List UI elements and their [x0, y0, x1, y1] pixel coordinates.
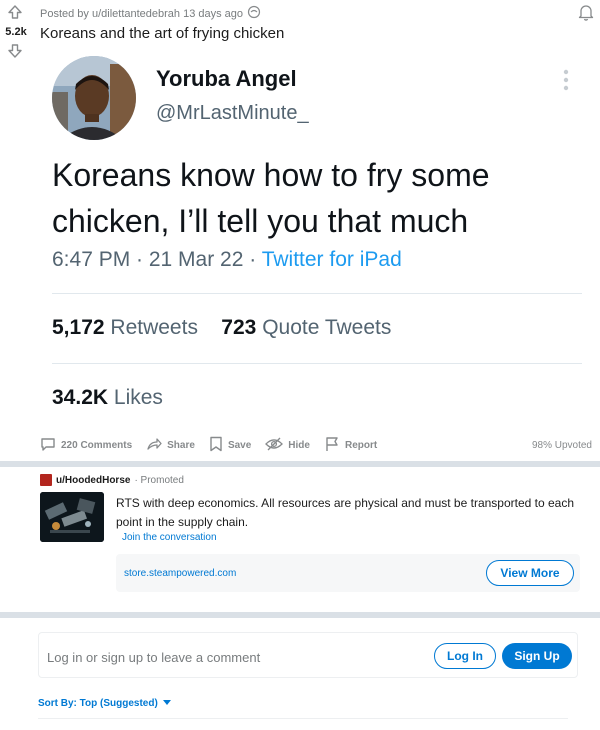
retweets-label: Retweets	[110, 316, 198, 339]
log-in-button[interactable]: Log In	[434, 643, 496, 669]
join-conversation-link[interactable]: Join the conversation	[122, 532, 217, 543]
post-title[interactable]: Koreans and the art of frying chicken	[40, 25, 284, 42]
bookmark-icon	[209, 436, 223, 455]
promoted-url[interactable]: store.steampowered.com	[124, 568, 236, 579]
quotes-count: 723	[221, 316, 257, 339]
caret-down-icon	[162, 698, 172, 709]
promoted-username[interactable]: u/HoodedHorse	[56, 475, 130, 486]
report-button[interactable]: Report	[324, 436, 377, 455]
avatar	[52, 56, 136, 140]
upvote-ratio: 98% Upvoted	[531, 439, 592, 451]
report-label: Report	[344, 439, 378, 451]
comments-label: 220 Comments	[61, 439, 133, 451]
save-label: Save	[227, 439, 252, 451]
bell-icon[interactable]	[578, 3, 594, 26]
promoted-thumbnail[interactable]	[40, 492, 104, 542]
hide-label: Hide	[288, 439, 310, 451]
promoted-user-avatar[interactable]	[40, 474, 52, 486]
tweet-timestamp: 6:47 PM · 21 Mar 22 · Twitter for iPad	[52, 248, 402, 272]
more-options-icon	[562, 68, 570, 97]
tweet-screenshot[interactable]: Yoruba Angel @MrLastMinute_ Koreans know…	[30, 48, 585, 428]
hide-eye-icon	[265, 437, 284, 454]
downvote-arrow-icon[interactable]	[7, 43, 23, 64]
tweet-likes: 34.2K Likes	[52, 386, 163, 410]
tweet-source: Twitter for iPad	[261, 248, 402, 271]
view-more-button[interactable]: View More	[486, 560, 574, 586]
hide-button[interactable]: Hide	[265, 437, 310, 454]
promoted-text: RTS with deep economics. All resources a…	[116, 496, 575, 529]
tweet-text: Koreans know how to fry some chicken, I’…	[52, 157, 490, 239]
tweet-author-name: Yoruba Angel	[156, 66, 297, 91]
quotes-label: Quote Tweets	[262, 316, 392, 339]
comments-button[interactable]: 220 Comments	[40, 436, 132, 455]
divider	[52, 363, 582, 364]
post-meta: Posted by u/dilettantedebrah 13 days ago	[40, 5, 261, 22]
flag-icon	[324, 436, 340, 455]
comment-login-bar: Log in or sign up to leave a comment Log…	[38, 632, 578, 678]
share-label: Share	[167, 439, 195, 451]
likes-label: Likes	[113, 386, 163, 409]
likes-count: 34.2K	[52, 386, 109, 409]
share-button[interactable]: Share	[146, 436, 195, 455]
post-action-bar: 220 Comments Share Save Hide Report 98% …	[40, 436, 592, 454]
section-divider	[0, 461, 600, 467]
vote-column: 5.2k	[0, 0, 34, 70]
sign-up-button[interactable]: Sign Up	[502, 643, 572, 669]
award-icon	[247, 5, 261, 22]
comment-icon	[40, 436, 56, 455]
retweets-count: 5,172	[52, 316, 105, 339]
sort-label: Sort By: Top (Suggested)	[38, 698, 158, 709]
tweet-time: 6:47 PM · 21 Mar 22 ·	[52, 248, 262, 271]
tweet-stats: 5,172 Retweets 723 Quote Tweets	[52, 316, 391, 340]
save-button[interactable]: Save	[209, 436, 251, 455]
comment-prompt: Log in or sign up to leave a comment	[47, 650, 261, 665]
sort-dropdown[interactable]: Sort By: Top (Suggested)	[38, 698, 172, 709]
vote-score: 5.2k	[5, 26, 27, 38]
divider	[52, 293, 582, 294]
promoted-tag: · Promoted	[134, 474, 184, 486]
tweet-author-handle: @MrLastMinute_	[156, 102, 309, 124]
promoted-header: u/HoodedHorse · Promoted	[40, 474, 184, 486]
share-icon	[146, 436, 162, 455]
promoted-link-box: store.steampowered.com View More	[116, 554, 580, 592]
divider	[38, 718, 568, 719]
section-divider	[0, 612, 600, 618]
upvote-arrow-icon[interactable]	[7, 4, 23, 25]
posted-by[interactable]: Posted by u/dilettantedebrah 13 days ago	[40, 8, 243, 20]
